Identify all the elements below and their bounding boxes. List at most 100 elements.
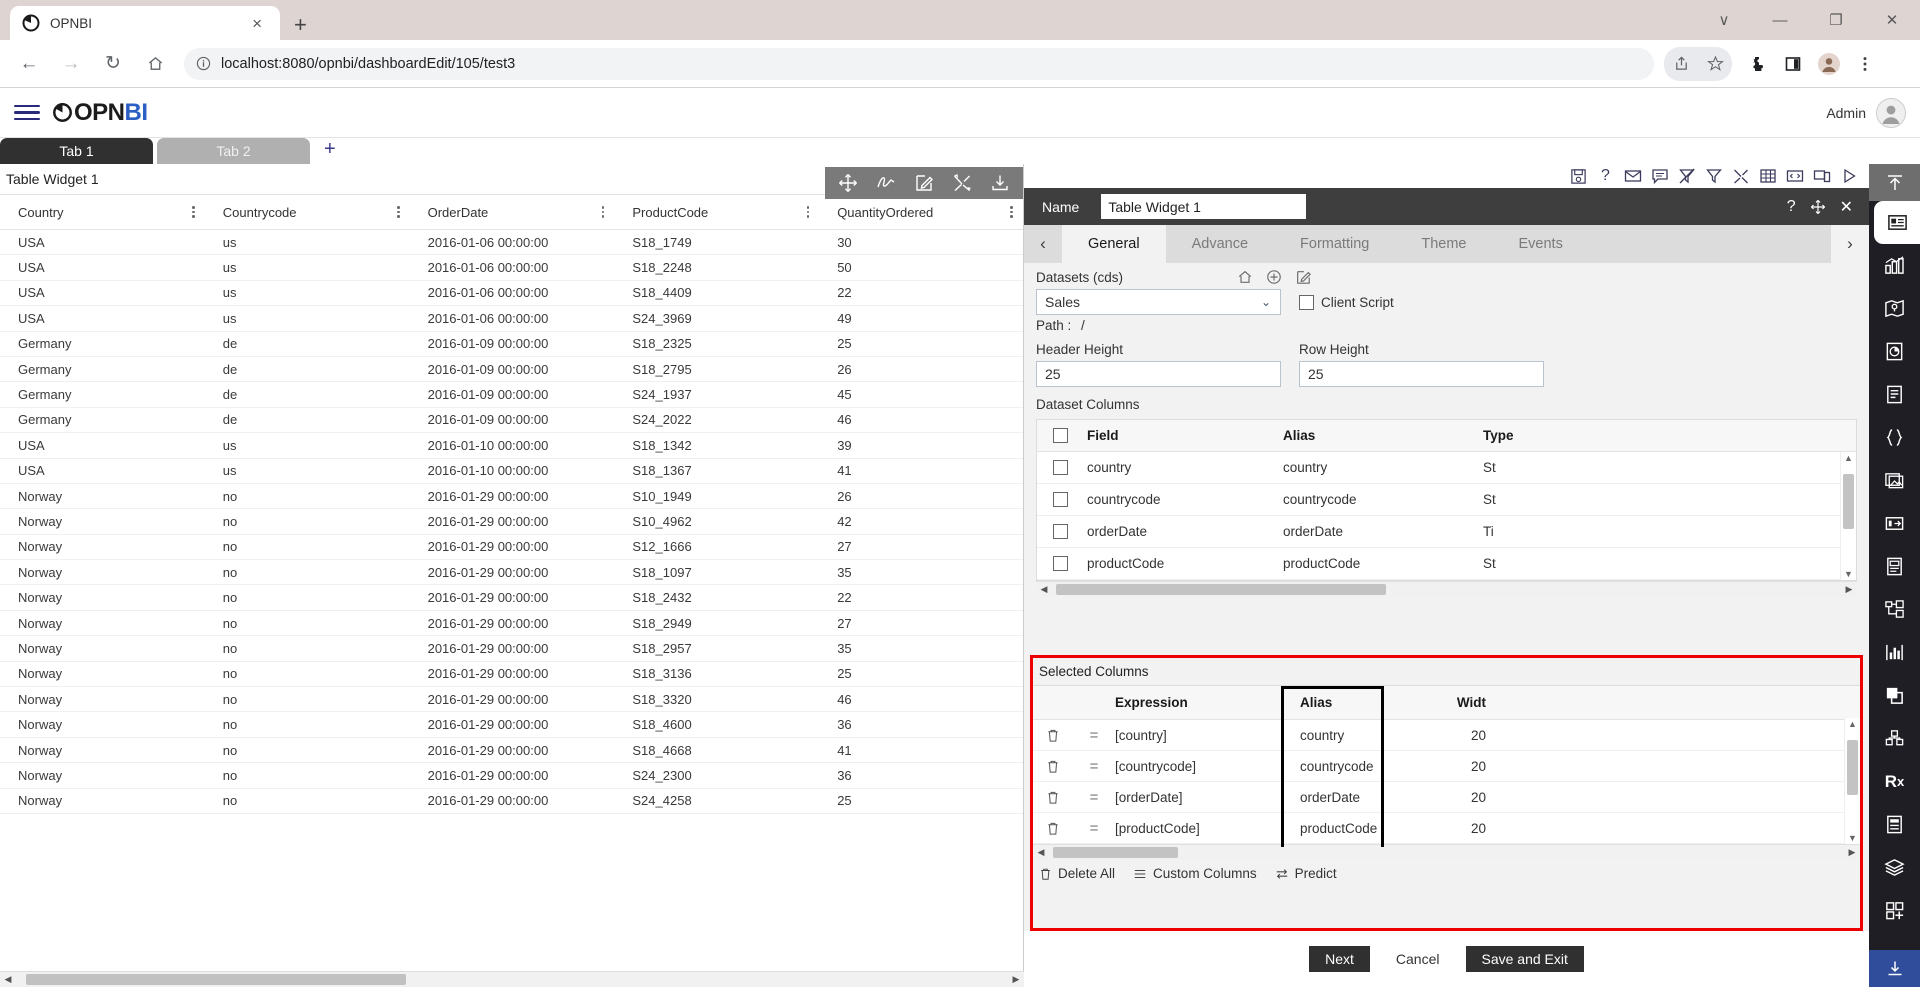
help-icon[interactable]: ? — [1787, 198, 1796, 216]
edit-icon[interactable] — [1295, 269, 1311, 285]
table-row[interactable]: Norway no 2016-01-29 00:00:00 S18_2432 22 — [0, 585, 1023, 611]
column-header-country[interactable]: Country — [0, 195, 205, 229]
devices-icon[interactable] — [1809, 165, 1834, 187]
table-row[interactable]: Norway no 2016-01-29 00:00:00 S24_2300 36 — [0, 763, 1023, 789]
share-icon[interactable] — [1664, 47, 1698, 81]
scroll-left-icon[interactable]: ◀ — [1033, 847, 1049, 858]
mail-icon[interactable] — [1620, 165, 1645, 187]
scroll-thumb[interactable] — [1053, 847, 1178, 858]
selected-column-row[interactable]: = [countrycode] countrycode 20 — [1033, 751, 1860, 782]
table-row[interactable]: Norway no 2016-01-29 00:00:00 S18_1097 35 — [0, 560, 1023, 586]
row-height-input[interactable] — [1299, 361, 1544, 387]
table-row[interactable]: Germany de 2016-01-09 00:00:00 S18_2795 26 — [0, 357, 1023, 383]
scroll-right-icon[interactable]: ▶ — [1008, 974, 1024, 985]
back-button-icon[interactable]: ← — [10, 45, 48, 83]
table-row[interactable]: Norway no 2016-01-29 00:00:00 S10_4962 42 — [0, 509, 1023, 535]
column-header-productcode[interactable]: ProductCode — [614, 195, 819, 229]
scroll-track[interactable] — [1847, 730, 1858, 832]
table-row[interactable]: Norway no 2016-01-29 00:00:00 S18_4600 36 — [0, 712, 1023, 738]
edit-icon[interactable] — [905, 168, 943, 198]
report-icon[interactable] — [1869, 545, 1920, 588]
url-input[interactable]: localhost:8080/opnbi/dashboardEdit/105/t… — [184, 47, 1654, 80]
forward-button-icon[interactable]: → — [52, 45, 90, 83]
download-icon[interactable] — [1869, 950, 1920, 987]
panel-tabs-prev-icon[interactable]: ‹ — [1024, 225, 1062, 263]
site-info-icon[interactable] — [196, 56, 211, 71]
dashboard-tab-2[interactable]: Tab 2 — [157, 138, 310, 164]
scroll-up-icon[interactable]: ▲ — [1844, 452, 1853, 464]
save-icon[interactable] — [1566, 165, 1591, 187]
collapse-up-icon[interactable] — [1869, 164, 1920, 201]
trash-icon[interactable] — [1033, 790, 1073, 805]
copy-icon[interactable] — [1869, 674, 1920, 717]
browser-menu-icon[interactable] — [1848, 47, 1882, 81]
table-icon[interactable] — [1755, 165, 1780, 187]
scroll-left-icon[interactable]: ◀ — [1036, 584, 1052, 595]
selected-column-row[interactable]: = [country] country 20 — [1033, 720, 1860, 751]
chevron-down-icon[interactable]: ⌄ — [1261, 295, 1271, 309]
next-button[interactable]: Next — [1309, 946, 1370, 972]
dataset-columns-vscrollbar[interactable]: ▲ ▼ — [1840, 452, 1856, 580]
row-checkbox[interactable] — [1037, 524, 1083, 539]
delete-all-button[interactable]: Delete All — [1039, 866, 1115, 881]
tab-advance[interactable]: Advance — [1166, 225, 1274, 263]
pen-icon[interactable] — [867, 168, 905, 198]
dataset-column-row[interactable]: orderDate orderDate Ti — [1037, 516, 1856, 548]
layers-icon[interactable] — [1869, 846, 1920, 889]
column-menu-icon[interactable] — [1010, 206, 1013, 218]
close-icon[interactable]: ✕ — [1840, 197, 1853, 217]
dataset-column-row[interactable]: country country St — [1037, 452, 1856, 484]
selected-column-row[interactable]: = [orderDate] orderDate 20 — [1033, 782, 1860, 813]
table-row[interactable]: USA us 2016-01-06 00:00:00 S18_1749 30 — [0, 230, 1023, 256]
column-header-quantityordered[interactable]: QuantityOrdered — [819, 195, 1023, 229]
filter-icon[interactable] — [1701, 165, 1726, 187]
chart-icon[interactable] — [1869, 244, 1920, 287]
browser-tab[interactable]: OPNBI × — [10, 6, 280, 40]
widget-icon[interactable] — [1874, 201, 1920, 244]
header-height-input[interactable] — [1036, 361, 1281, 387]
scroll-track[interactable] — [16, 974, 1008, 985]
table-row[interactable]: Germany de 2016-01-09 00:00:00 S18_2325 25 — [0, 332, 1023, 357]
move-icon[interactable] — [829, 168, 867, 198]
dataset-column-row[interactable]: productCode productCode St — [1037, 548, 1856, 580]
row-checkbox[interactable] — [1037, 460, 1083, 475]
table-row[interactable]: Norway no 2016-01-29 00:00:00 S18_4668 41 — [0, 738, 1023, 764]
scroll-thumb[interactable] — [1843, 474, 1854, 529]
scroll-track[interactable] — [1049, 847, 1844, 858]
add-dashboard-tab-button[interactable]: + — [310, 138, 350, 160]
scroll-thumb[interactable] — [1847, 740, 1858, 795]
equals-icon[interactable]: = — [1073, 789, 1115, 806]
custom-columns-button[interactable]: Custom Columns — [1133, 866, 1257, 881]
comment-icon[interactable] — [1647, 165, 1672, 187]
client-script-row[interactable]: Client Script — [1299, 294, 1394, 310]
browser-tab-close-icon[interactable]: × — [246, 15, 268, 32]
form-icon[interactable] — [1869, 803, 1920, 846]
window-close-icon[interactable]: ✕ — [1864, 11, 1920, 29]
code-icon[interactable] — [1782, 165, 1807, 187]
scroll-left-icon[interactable]: ◀ — [0, 974, 16, 985]
card-icon[interactable] — [1869, 502, 1920, 545]
home-button-icon[interactable] — [136, 45, 174, 83]
column-header-orderdate[interactable]: OrderDate — [410, 195, 615, 229]
client-script-checkbox[interactable] — [1299, 294, 1314, 310]
table-row[interactable]: Germany de 2016-01-09 00:00:00 S24_1937 45 — [0, 382, 1023, 408]
selected-column-row[interactable]: = [productCode] productCode 20 — [1033, 813, 1860, 844]
equals-icon[interactable]: = — [1073, 820, 1115, 837]
document-icon[interactable] — [1869, 373, 1920, 416]
scroll-thumb[interactable] — [26, 974, 406, 985]
plus-circle-icon[interactable] — [1266, 269, 1282, 285]
sparkline-icon[interactable] — [1869, 631, 1920, 674]
map-icon[interactable] — [1869, 287, 1920, 330]
scroll-up-icon[interactable]: ▲ — [1848, 718, 1857, 730]
window-minimize-icon[interactable]: — — [1752, 12, 1808, 29]
row-checkbox[interactable] — [1037, 556, 1083, 571]
select-all-checkbox[interactable] — [1037, 428, 1083, 443]
trash-icon[interactable] — [1033, 821, 1073, 836]
table-row[interactable]: Norway no 2016-01-29 00:00:00 S12_1666 27 — [0, 535, 1023, 561]
panel-tabs-next-icon[interactable]: › — [1831, 225, 1869, 263]
scroll-thumb[interactable] — [1056, 584, 1386, 595]
equals-icon[interactable]: = — [1073, 727, 1115, 744]
table-row[interactable]: USA us 2016-01-06 00:00:00 S18_4409 22 — [0, 281, 1023, 307]
dataset-columns-hscrollbar[interactable]: ◀ ▶ — [1036, 581, 1857, 597]
table-row[interactable]: Norway no 2016-01-29 00:00:00 S24_4258 25 — [0, 789, 1023, 814]
